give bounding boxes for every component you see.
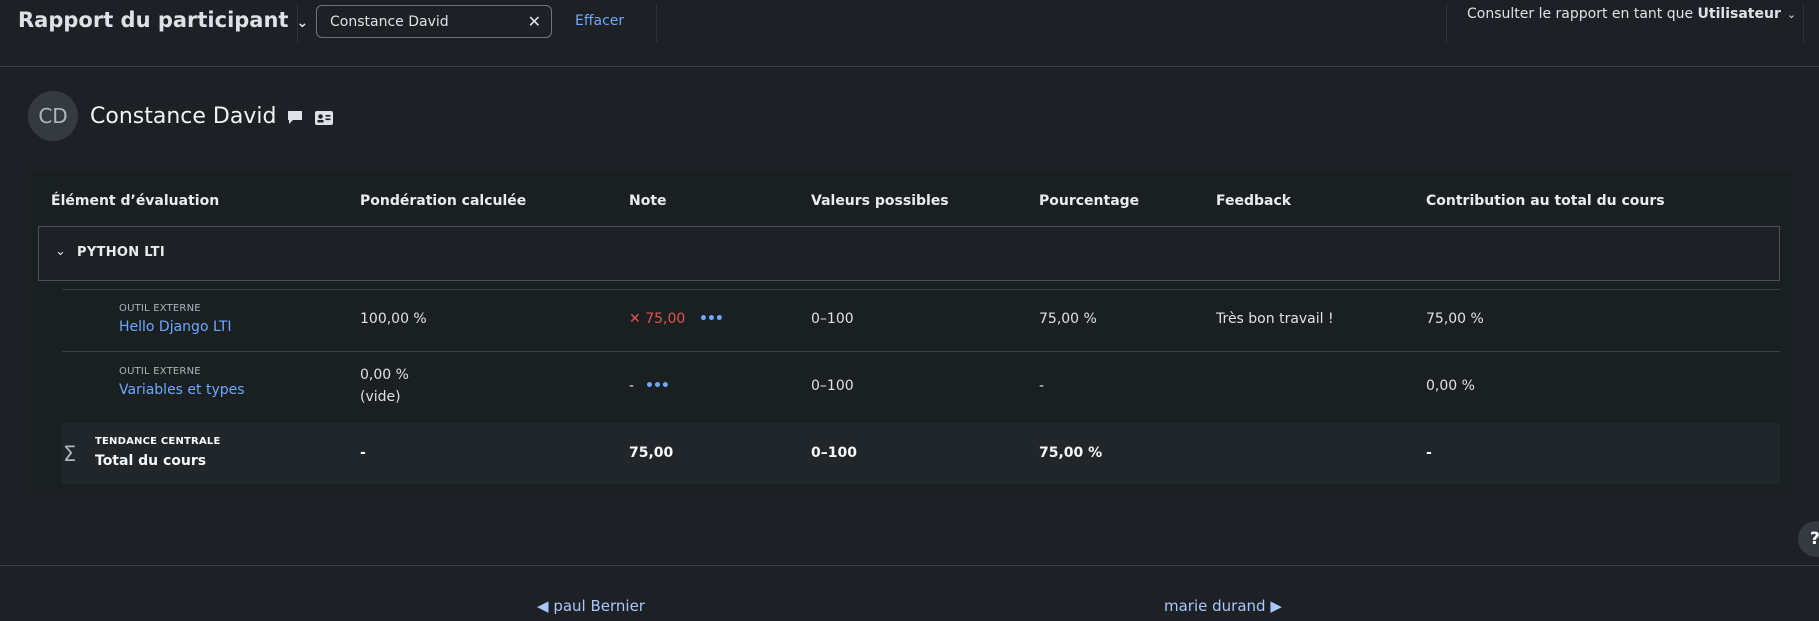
grade-cell: 75,00 <box>629 445 674 461</box>
grade-cell: ✕ 75,00 <box>629 311 685 327</box>
grade-item-link[interactable]: Variables et types <box>119 382 245 398</box>
divider <box>62 351 1780 352</box>
message-icon[interactable] <box>287 110 303 129</box>
range-cell: 0–100 <box>811 378 854 394</box>
view-as-label: Consulter le rapport en tant que <box>1467 6 1694 22</box>
next-user-name: marie durand <box>1164 597 1266 615</box>
column-header: Pourcentage <box>1039 193 1140 209</box>
clear-search-icon[interactable]: ✕ <box>528 12 541 31</box>
column-header: Pondération calculée <box>360 193 527 209</box>
column-header: Élément d’évaluation <box>51 193 220 209</box>
sigma-icon: Σ <box>63 442 77 466</box>
previous-user-link[interactable]: ◀ paul Bernier <box>537 597 645 615</box>
fail-icon: ✕ <box>629 311 641 327</box>
contribution-cell: 0,00 % <box>1426 378 1475 394</box>
divider <box>62 289 1780 290</box>
divider <box>0 565 1819 566</box>
help-button[interactable]: ? <box>1798 521 1819 557</box>
course-total-label: Total du cours <box>95 453 207 469</box>
clear-link[interactable]: Effacer <box>575 13 624 29</box>
divider <box>1803 4 1804 42</box>
user-name: Constance David <box>90 104 277 129</box>
column-header: Feedback <box>1216 193 1292 209</box>
grade-value: 75,00 <box>645 311 686 327</box>
caret-right-icon: ▶ <box>1270 597 1282 615</box>
divider <box>1446 4 1447 42</box>
caret-left-icon: ◀ <box>537 597 549 615</box>
column-header: Contribution au total du cours <box>1426 193 1665 209</box>
weight-cell: 100,00 % <box>360 311 427 327</box>
contribution-cell: - <box>1426 445 1432 461</box>
chevron-down-icon: ⌄ <box>296 15 309 31</box>
user-search-field[interactable]: Constance David ✕ <box>316 5 552 38</box>
report-selector[interactable]: Rapport du participant ⌄ <box>18 8 308 32</box>
percentage-cell: - <box>1039 378 1045 394</box>
avatar: CD <box>28 91 78 141</box>
range-cell: 0–100 <box>811 311 854 327</box>
grade-item-link[interactable]: Hello Django LTI <box>119 319 232 335</box>
report-title: Rapport du participant <box>18 8 289 32</box>
search-value: Constance David <box>330 14 449 30</box>
item-type: OUTIL EXTERNE <box>119 303 201 314</box>
item-type: OUTIL EXTERNE <box>119 366 201 377</box>
divider <box>297 4 298 42</box>
column-header: Note <box>629 193 667 209</box>
top-bar: Rapport du participant ⌄ Constance David … <box>0 0 1819 67</box>
chevron-down-icon[interactable]: ⌄ <box>55 244 66 259</box>
percentage-cell: 75,00 % <box>1039 311 1097 327</box>
column-header: Valeurs possibles <box>811 193 949 209</box>
profile-card-icon[interactable] <box>315 110 333 129</box>
range-cell: 0–100 <box>811 445 857 461</box>
category-name: PYTHON LTI <box>77 245 165 260</box>
feedback-cell: Très bon travail ! <box>1216 311 1334 327</box>
contribution-cell: 75,00 % <box>1426 311 1484 327</box>
aggregation-type: TENDANCE CENTRALE <box>95 436 221 447</box>
weight-cell: - <box>360 445 366 461</box>
more-actions-icon[interactable]: ••• <box>645 378 670 394</box>
course-total-row <box>62 423 1780 484</box>
view-as-value: Utilisateur <box>1697 6 1781 22</box>
chevron-down-icon: ⌄ <box>1786 8 1797 21</box>
percentage-cell: 75,00 % <box>1039 445 1103 461</box>
grade-cell: - <box>629 378 635 394</box>
more-actions-icon[interactable]: ••• <box>699 311 724 327</box>
category-row[interactable]: ⌄ PYTHON LTI <box>38 226 1780 281</box>
divider <box>656 4 657 42</box>
weight-note: (vide) <box>360 389 401 405</box>
next-user-link[interactable]: marie durand ▶ <box>1164 597 1282 615</box>
weight-cell: 0,00 % <box>360 367 409 383</box>
view-as-selector[interactable]: Consulter le rapport en tant que Utilisa… <box>1467 6 1796 22</box>
previous-user-name: paul Bernier <box>553 597 645 615</box>
